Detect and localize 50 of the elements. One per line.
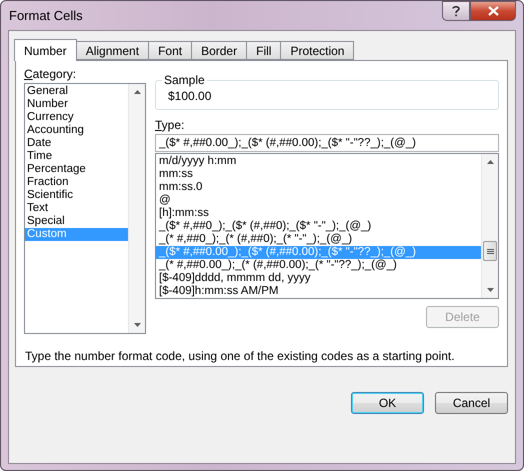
format-item[interactable]: @ — [156, 194, 481, 207]
scroll-up-arrow-icon[interactable] — [134, 90, 140, 94]
type-input-field[interactable]: _($* #,##0.00_);_($* (#,##0.00);_($* "-"??_);_(@_) — [155, 134, 499, 152]
close-icon — [488, 6, 498, 16]
format-item[interactable]: m/d/yyyy h:mm — [156, 155, 481, 168]
help-button[interactable] — [442, 1, 470, 21]
sample-value: $100.00 — [168, 89, 212, 103]
format-item[interactable]: [$-409]h:mm:ss AM/PM — [156, 285, 481, 298]
scrollbar[interactable] — [481, 154, 498, 298]
format-item[interactable]: [h]:mm:ss — [156, 207, 481, 220]
window-title: Format Cells — [9, 8, 84, 23]
category-item[interactable]: Currency — [25, 111, 128, 124]
scroll-thumb[interactable] — [483, 241, 497, 261]
tab[interactable]: Protection — [280, 41, 354, 60]
tab[interactable]: Alignment — [76, 41, 150, 60]
cancel-button[interactable]: Cancel — [435, 392, 508, 414]
description-text: Type the number format code, using one of the existing codes as a starting point. — [25, 349, 456, 363]
scrollbar[interactable] — [128, 84, 145, 333]
scroll-down-arrow-icon[interactable] — [486, 288, 494, 292]
close-button[interactable] — [470, 1, 516, 21]
category-item[interactable]: Date — [25, 137, 128, 150]
tab[interactable]: Font — [148, 41, 192, 60]
sample-label: Sample — [162, 73, 207, 87]
scroll-down-arrow-icon[interactable] — [134, 323, 140, 327]
format-item[interactable]: mm:ss.0 — [156, 181, 481, 194]
format-item[interactable]: mm:ss — [156, 168, 481, 181]
grip-icon — [486, 248, 494, 254]
category-item[interactable]: Fraction — [25, 176, 128, 189]
tab[interactable]: Border — [191, 41, 248, 60]
format-item[interactable]: _(* #,##0_);_(* (#,##0);_(* "-"_);_(@_) — [156, 233, 481, 246]
category-item[interactable]: General — [25, 85, 128, 98]
tab[interactable]: Number — [14, 39, 77, 61]
tab[interactable]: Fill — [246, 41, 282, 60]
help-icon — [452, 5, 460, 17]
type-label: Type: — [155, 118, 186, 132]
category-item[interactable]: Special — [25, 215, 128, 228]
category-item[interactable]: Number — [25, 98, 128, 111]
scroll-up-arrow-icon[interactable] — [486, 160, 494, 164]
category-item[interactable]: Text — [25, 202, 128, 215]
format-item[interactable]: _($* #,##0_);_($* (#,##0);_($* "-"_);_(@_) — [156, 220, 481, 233]
category-item[interactable]: Time — [25, 150, 128, 163]
format-item[interactable]: [$-409]dddd, mmmm dd, yyyy — [156, 272, 481, 285]
category-list[interactable]: General Number Currency Accounting Date Time Percentage Fraction Scientific Text Special Custom — [24, 83, 146, 334]
format-item[interactable]: _(* #,##0.00_);_(* (#,##0.00);_(* "-"??_);_(@_) — [156, 259, 481, 272]
format-list[interactable] — [155, 153, 499, 299]
ok-button[interactable]: OK — [351, 392, 424, 414]
category-item[interactable]: Scientific — [25, 189, 128, 202]
category-item[interactable]: Percentage — [25, 163, 128, 176]
category-label: Category: — [24, 67, 78, 81]
category-item[interactable]: Accounting — [25, 124, 128, 137]
